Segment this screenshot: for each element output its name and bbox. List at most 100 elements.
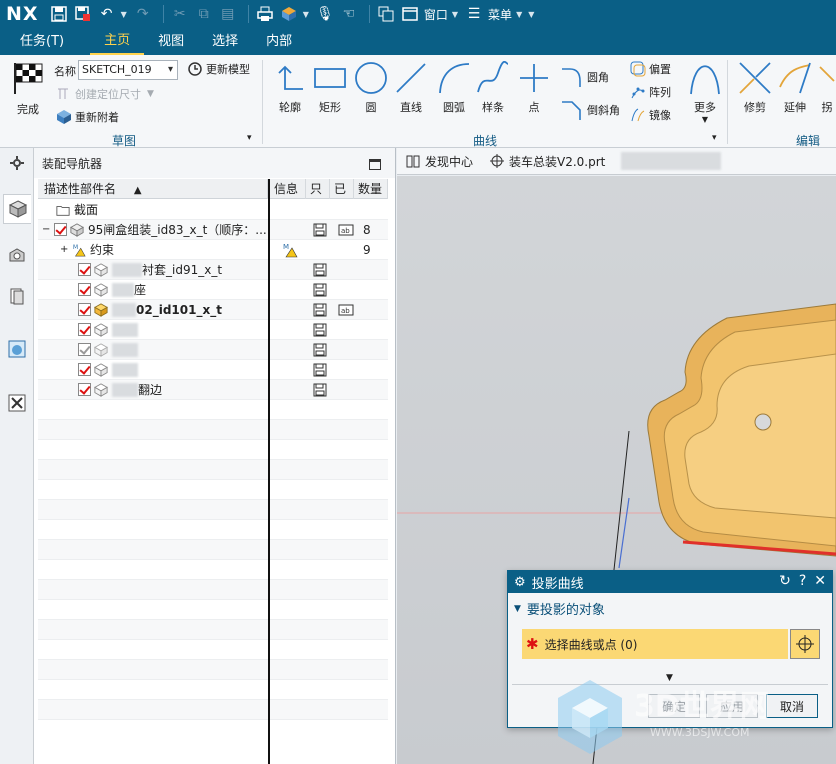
apply-button[interactable]: 应用 [706, 694, 758, 718]
print-icon[interactable] [255, 4, 275, 24]
help-icon[interactable]: ? [799, 573, 806, 589]
tree-row-component-active[interactable]: 02_id101_x_t ab [38, 300, 388, 320]
visibility-checkbox[interactable] [78, 283, 91, 296]
tree-row-component[interactable]: 翻边 [38, 380, 388, 400]
point-button[interactable]: 点 [517, 61, 551, 115]
column-info[interactable]: 信息 [270, 179, 306, 199]
save-icon[interactable] [49, 4, 69, 24]
dialog-title-bar[interactable]: ⚙ 投影曲线 ↻ ? ✕ [508, 571, 832, 593]
column-divider[interactable] [268, 179, 270, 764]
tools-icon[interactable] [3, 388, 31, 418]
sketch-name-select[interactable]: SKETCH_019 [78, 60, 178, 80]
tree-row-component[interactable] [38, 320, 388, 340]
profile-button[interactable]: 轮廓 [275, 61, 305, 115]
switch-window-icon[interactable] [376, 4, 396, 24]
quick-access-dropdown-icon[interactable]: ▼ [528, 10, 534, 19]
tab-select[interactable]: 选择 [198, 28, 252, 55]
menu-dropdown-icon[interactable]: ▼ [516, 10, 522, 19]
update-model-button[interactable]: 更新模型 [187, 61, 250, 77]
settings-gear-icon[interactable] [3, 148, 31, 178]
visibility-checkbox[interactable] [78, 383, 91, 396]
tree-row-assembly[interactable]: − 95闸盒组装_id83_x_t（顺序：... ab 8 [38, 220, 388, 240]
collapse-icon[interactable]: − [42, 224, 54, 235]
tab-home[interactable]: 主页 [90, 28, 145, 55]
visibility-checkbox[interactable] [54, 223, 67, 236]
microphone-icon[interactable]: 🎙 [315, 4, 335, 24]
tab-internal[interactable]: 内部 [252, 28, 306, 55]
chamfer-button[interactable]: 倒斜角 [560, 100, 620, 120]
fillet-button[interactable]: 圆角 [560, 67, 609, 87]
visibility-checkbox[interactable] [78, 343, 91, 356]
constraint-navigator-icon[interactable] [3, 240, 31, 270]
more-dropdown-icon[interactable]: ▼ [702, 115, 708, 124]
undo-dropdown-icon[interactable]: ▼ [121, 10, 127, 19]
ribbon-tabs: 任务(T) 主页 视图 选择 内部 [0, 28, 836, 55]
tree-row-component[interactable] [38, 340, 388, 360]
tree-row-constraints[interactable]: + M 约束 M 9 [38, 240, 388, 260]
create-dimension-dropdown-icon[interactable]: ▼ [147, 89, 154, 99]
tree-row-component[interactable]: 衬套_id91_x_t [38, 260, 388, 280]
tab-view[interactable]: 视图 [144, 28, 198, 55]
redo-icon[interactable]: ↷ [133, 4, 153, 24]
column-name[interactable]: 描述性部件名 ▲ [38, 179, 268, 199]
rectangle-button[interactable]: 矩形 [313, 61, 347, 115]
offset-button[interactable]: 偏置 [630, 61, 671, 77]
undo-icon[interactable]: ↶ [97, 4, 117, 24]
part-dropdown-icon[interactable]: ▼ [303, 10, 309, 19]
arc-button[interactable]: 圆弧 [437, 61, 471, 115]
select-curve-or-point[interactable]: ✱ 选择曲线或点 (0) [522, 629, 788, 659]
section-objects-to-project[interactable]: ▼ 要投影的对象 [514, 599, 605, 618]
dialog-title: 投影曲线 [531, 576, 584, 592]
more-button[interactable]: 更多 ▼ [688, 61, 722, 124]
mirror-button[interactable]: 镜像 [630, 107, 671, 123]
reset-icon[interactable]: ↻ [779, 573, 791, 589]
column-loaded[interactable]: 已 [330, 179, 354, 199]
maximize-icon[interactable] [369, 159, 381, 170]
extend-button[interactable]: 延伸 [778, 61, 812, 115]
window-dropdown-icon[interactable]: ▼ [452, 10, 458, 19]
ok-button[interactable]: 确定 [648, 694, 700, 718]
visibility-checkbox[interactable] [78, 263, 91, 276]
window-icon[interactable] [400, 4, 420, 24]
create-dimension-button[interactable]: 创建定位尺寸 ▼ [56, 86, 154, 102]
pattern-button[interactable]: 阵列 [630, 84, 671, 100]
part-navigator-icon[interactable] [3, 281, 31, 311]
web-browser-icon[interactable] [3, 334, 31, 364]
trim-button[interactable]: 修剪 [738, 61, 772, 115]
visibility-checkbox[interactable] [78, 323, 91, 336]
visibility-checkbox[interactable] [78, 303, 91, 316]
group-curve-dropdown-icon[interactable]: ▾ [712, 133, 717, 143]
cut-icon[interactable]: ✂ [170, 4, 190, 24]
expand-icon[interactable]: + [60, 244, 72, 255]
tab-task[interactable]: 任务(T) [0, 28, 78, 55]
tree-row-component[interactable] [38, 360, 388, 380]
assembly-navigator-icon[interactable] [3, 194, 31, 224]
paste-icon[interactable]: ▤ [218, 4, 238, 24]
group-sketch-dropdown-icon[interactable]: ▾ [247, 133, 252, 143]
copy-icon[interactable]: ⧉ [194, 4, 214, 24]
cancel-button[interactable]: 取消 [766, 694, 818, 718]
more-options-icon[interactable]: ▼ [666, 673, 673, 683]
column-quantity[interactable]: 数量 [354, 179, 388, 199]
menu-icon[interactable]: ☰ [464, 4, 484, 24]
finish-sketch-button[interactable]: 完成 [10, 61, 46, 117]
tab-discovery-center[interactable]: 发现中心 [397, 148, 481, 175]
column-readonly[interactable]: 只 [306, 179, 330, 199]
menu-button[interactable]: 菜单 [488, 6, 512, 23]
corner-button[interactable]: 拐 [818, 61, 836, 115]
save-all-icon[interactable] [73, 4, 93, 24]
line-button[interactable]: 直线 [394, 61, 428, 115]
crosshair-select-button[interactable] [790, 629, 820, 659]
visibility-checkbox[interactable] [78, 363, 91, 376]
tab-assembly-file[interactable]: 装车总装V2.0.prt [481, 148, 613, 175]
close-icon[interactable]: ✕ [814, 573, 826, 589]
spline-button[interactable]: 样条 [476, 61, 510, 115]
reattach-button[interactable]: 重新附着 [56, 109, 119, 125]
circle-button[interactable]: 圆 [354, 61, 388, 115]
tab-blurred-file[interactable] [613, 148, 729, 175]
part-icon[interactable] [279, 4, 299, 24]
touch-mode-icon[interactable]: ☜ [339, 4, 359, 24]
tree-row-section[interactable]: 截面 [38, 200, 388, 220]
tree-row-component[interactable]: 座 [38, 280, 388, 300]
window-menu[interactable]: 窗口 [424, 6, 448, 23]
